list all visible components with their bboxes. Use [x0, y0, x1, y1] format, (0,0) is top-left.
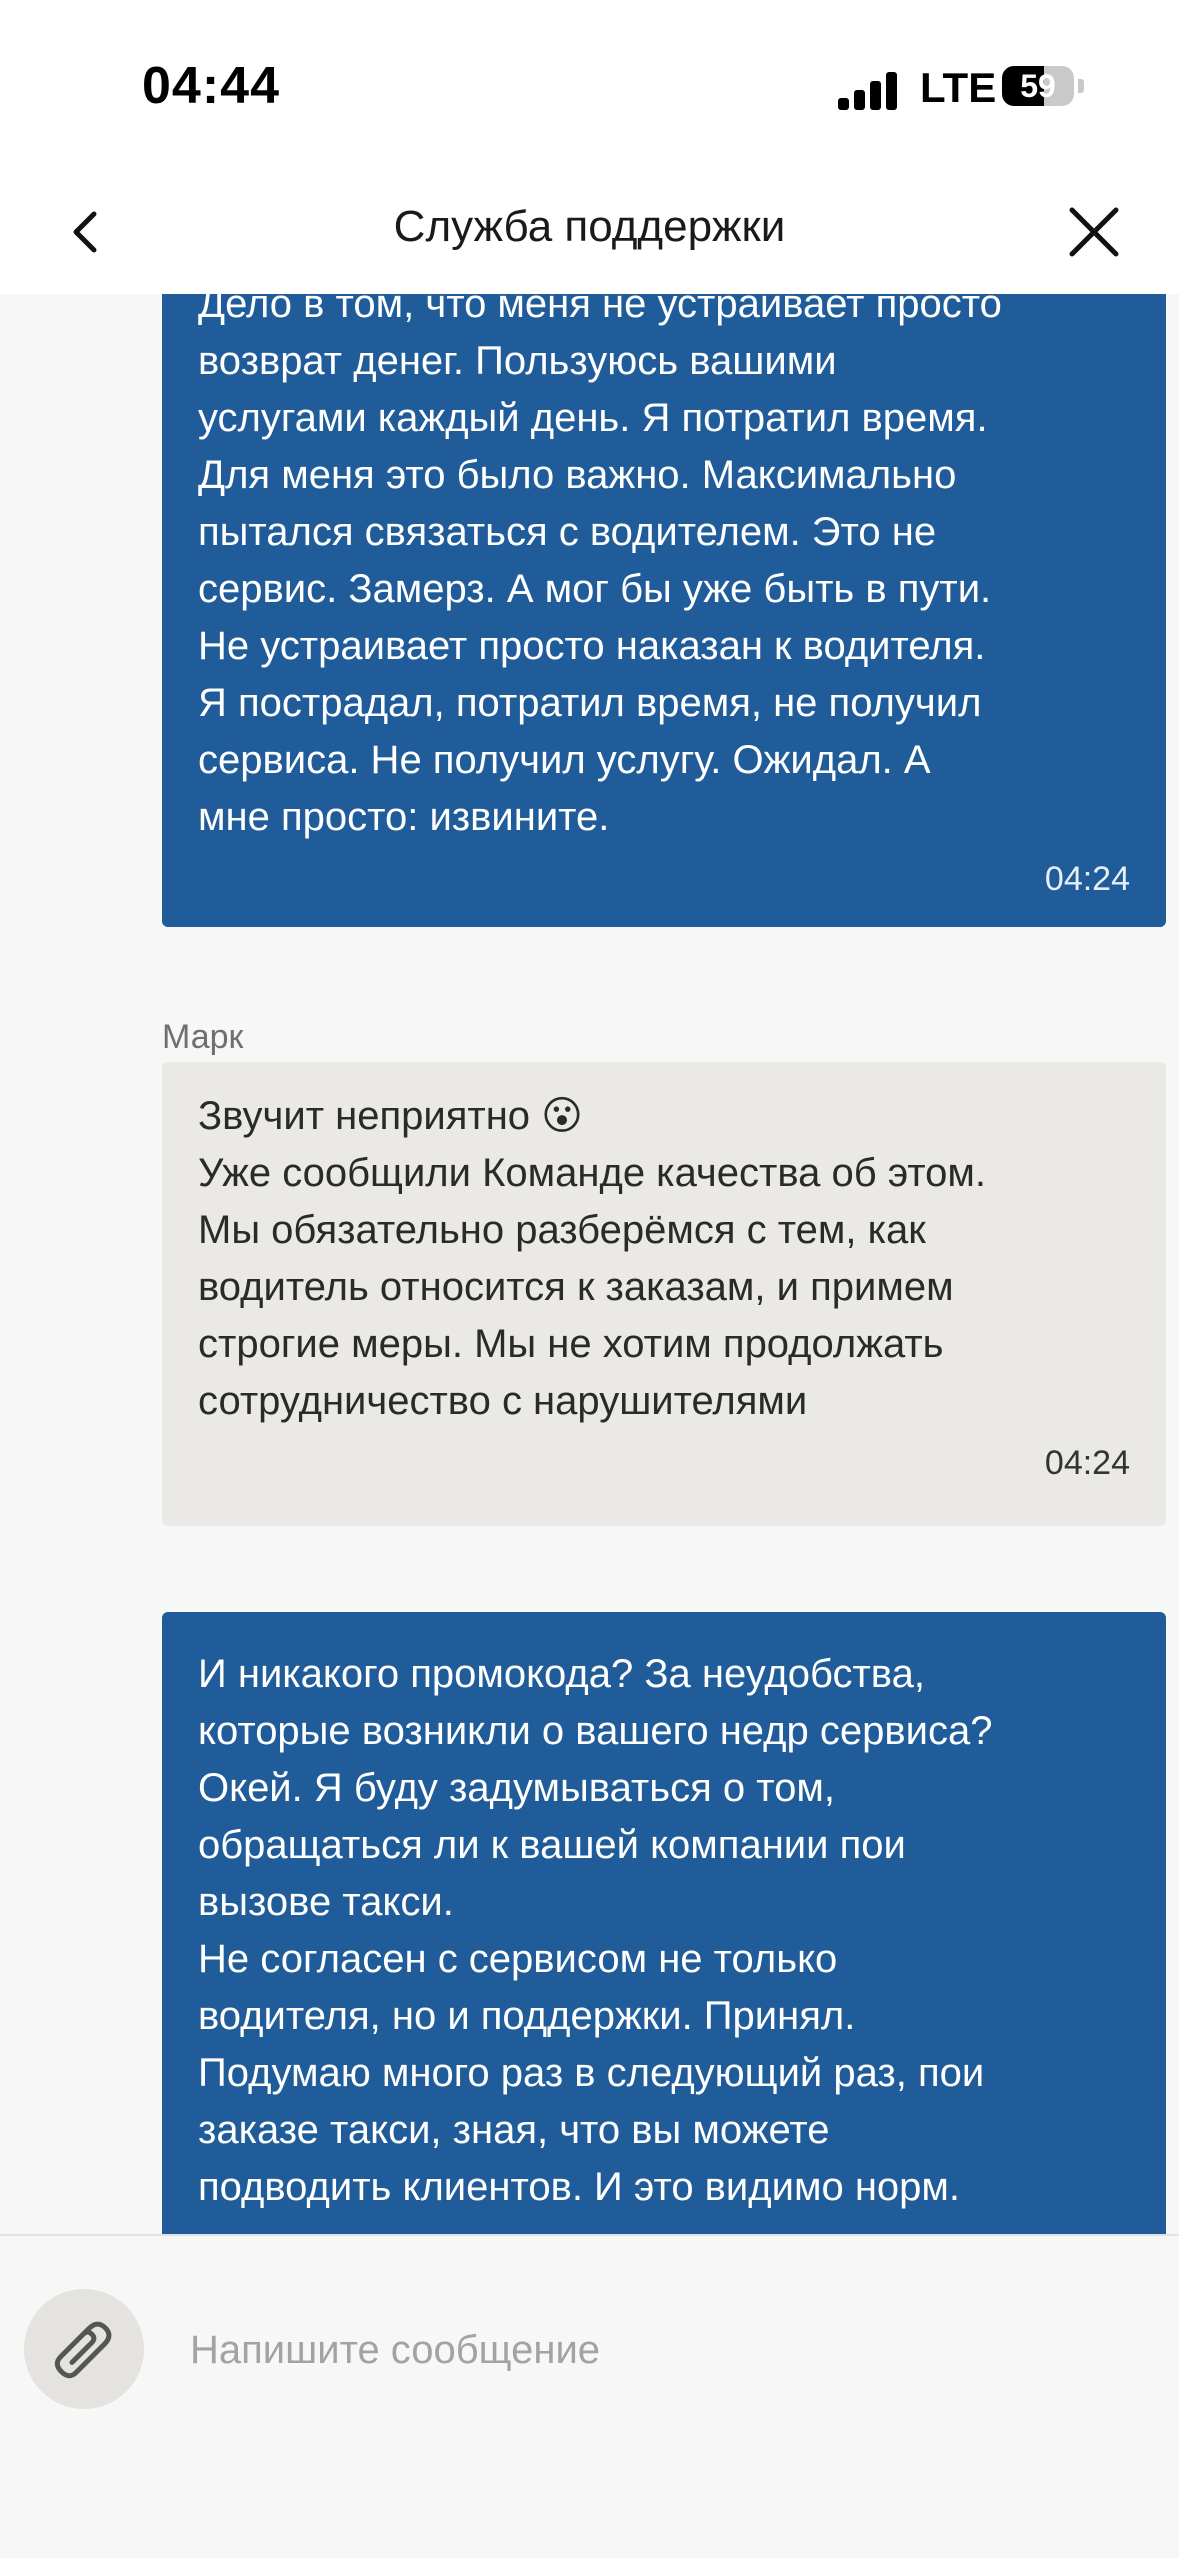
- battery-icon: 59: [1002, 66, 1084, 106]
- sender-name: Марк: [162, 1018, 244, 1056]
- cellular-signal-icon: [838, 70, 898, 110]
- message-text: Дело в том, что меня не устраивает прост…: [198, 294, 1002, 839]
- close-icon: [1069, 207, 1119, 257]
- message-text: Звучит неприятно 😮 Уже сообщили Команде …: [198, 1094, 987, 1423]
- message-input[interactable]: [190, 2302, 1090, 2398]
- message-bubble-outgoing[interactable]: И никакого промокода? За неудобства, кот…: [162, 1612, 1166, 2234]
- status-bar: 04:44 LTE 59: [0, 0, 1179, 170]
- message-text: И никакого промокода? За неудобства, кот…: [198, 1652, 993, 2209]
- message-bubble-incoming[interactable]: Звучит неприятно 😮 Уже сообщили Команде …: [162, 1062, 1166, 1526]
- close-button[interactable]: [1062, 200, 1126, 264]
- status-time: 04:44: [142, 57, 280, 115]
- message-composer: [0, 2234, 1179, 2558]
- message-time: 04:24: [1044, 1444, 1130, 1482]
- chat-header: Служба поддержки: [0, 170, 1179, 294]
- paperclip-icon: [54, 2321, 112, 2379]
- message-time: 04:24: [1044, 860, 1130, 898]
- battery-percent: 59: [1020, 68, 1056, 104]
- network-type: LTE: [920, 64, 997, 111]
- message-list[interactable]: Дело в том, что меня не устраивает прост…: [0, 294, 1179, 2234]
- page-title: Служба поддержки: [393, 202, 786, 251]
- message-bubble-outgoing[interactable]: Дело в том, что меня не устраивает прост…: [162, 294, 1166, 927]
- chevron-left-icon: [73, 211, 97, 253]
- back-button[interactable]: [56, 200, 120, 264]
- attach-button[interactable]: [24, 2289, 144, 2409]
